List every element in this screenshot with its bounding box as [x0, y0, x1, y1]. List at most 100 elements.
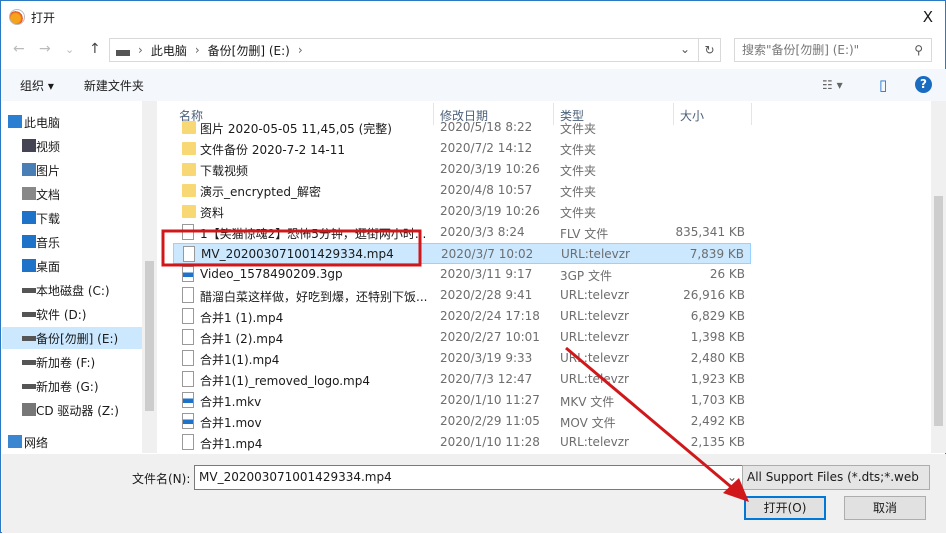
file-type: URL:televzr [560, 288, 629, 302]
new-folder-button[interactable]: 新建文件夹 [84, 77, 144, 94]
file-row[interactable]: 演示_encrypted_解密 2020/4/8 10:57 文件夹 [173, 180, 751, 201]
dialog-title: 打开 [31, 10, 56, 25]
network-icon [8, 435, 22, 448]
file-icon [182, 224, 194, 240]
file-size: 2,480 KB [690, 351, 745, 365]
filename-input[interactable]: MV_202003071001429334.mp4 ⌄ [194, 465, 744, 490]
file-size: 2,492 KB [690, 414, 745, 428]
file-type-select[interactable]: All Support Files (*.dts;*.web [742, 465, 930, 490]
help-button[interactable]: ? [915, 76, 932, 93]
breadcrumb-drive-e[interactable]: 备份[勿删] (E:) [208, 42, 290, 59]
drive-icon [22, 288, 36, 293]
sidebar-item[interactable]: 此电脑 [2, 111, 142, 133]
file-row[interactable]: 合并1.mp4 2020/1/10 11:28 URL:televzr 2,135 K… [173, 432, 751, 453]
file-size: 1,703 KB [690, 393, 745, 407]
close-button[interactable]: X [923, 8, 933, 26]
breadcrumb-this-pc[interactable]: 此电脑 [151, 42, 187, 59]
file-type: URL:televzr [560, 372, 629, 386]
file-row[interactable]: 合并1(1).mp4 2020/3/19 9:33 URL:televzr 2,480… [173, 348, 751, 369]
file-date: 2020/3/19 10:26 [440, 204, 540, 218]
app-icon [9, 9, 25, 25]
up-button[interactable]: ↑ [89, 41, 101, 57]
file-date: 2020/5/18 8:22 [440, 120, 533, 134]
video-icon [182, 266, 194, 282]
sidebar-scrollbar[interactable] [142, 101, 157, 453]
file-type: URL:televzr [560, 435, 629, 449]
sidebar-item[interactable]: 新加卷 (F:) [2, 351, 142, 373]
file-row[interactable]: 资料 2020/3/19 10:26 文件夹 [173, 201, 751, 222]
sidebar-item[interactable]: 文档 [2, 183, 142, 205]
sidebar-item[interactable]: 桌面 [2, 255, 142, 277]
sidebar-item[interactable]: 视频 [2, 135, 142, 157]
file-row[interactable]: MV_20200307100142933​4.mp4 2020/3/7 10:02… [173, 243, 751, 264]
file-type: MKV 文件 [560, 395, 615, 409]
address-bar[interactable]: › 此电脑 › 备份[勿删] (E:) › ⌄ [109, 38, 699, 62]
file-list-scrollbar[interactable] [931, 101, 946, 453]
folder-icon [182, 205, 196, 218]
file-size: 6,829 KB [690, 309, 745, 323]
file-row[interactable]: 1【笑猫惊魂2】恐怖5分钟，逛街两小时... 2020/3/3 8:24 FLV 文… [173, 222, 751, 243]
music-icon [22, 235, 36, 248]
file-date: 2020/3/19 10:26 [440, 162, 540, 176]
cancel-button[interactable]: 取消 [844, 496, 926, 520]
file-date: 2020/7/2 14:12 [440, 141, 533, 155]
forward-button[interactable]: → [39, 41, 51, 57]
sidebar-item[interactable]: 下载 [2, 207, 142, 229]
preview-pane-button[interactable]: ▯ [879, 76, 887, 94]
chevron-down-icon[interactable]: ⌄ [727, 466, 737, 489]
file-list-scrollbar-thumb[interactable] [934, 196, 943, 426]
organize-menu[interactable]: 组织 ▾ [20, 77, 54, 94]
desktop-icon [22, 259, 36, 272]
file-row[interactable]: 合并1(1)_removed_logo.mp4 2020/7/3 12:47 URL… [173, 369, 751, 390]
sidebar-item[interactable]: 网络 [2, 431, 142, 453]
view-options-button[interactable]: ☷ ▾ [822, 78, 843, 92]
search-input[interactable]: 搜索"备份[勿删] (E:)" ⚲ [734, 38, 932, 62]
file-name: 演示_encrypted_解密 [200, 185, 321, 199]
filename-value: MV_202003071001429334.mp4 [199, 470, 392, 484]
file-icon [182, 287, 194, 303]
folder-icon [182, 163, 196, 176]
sidebar-item[interactable]: 本地磁盘 (C:) [2, 279, 142, 301]
sidebar-item[interactable]: 图片 [2, 159, 142, 181]
file-row[interactable]: 醋溜白菜这样做，好吃到爆，还特别下饭... 2020/2/28 9:41 URL:t… [173, 285, 751, 306]
file-row[interactable]: 图片 2020-05-05 11,45,05 (完整) 2020/5/18 8:2… [173, 117, 751, 138]
file-name: 下载视频 [200, 164, 249, 178]
open-file-dialog: 打开 X ← → ⌄ ↑ › 此电脑 › 备份[勿删] (E:) › ⌄ ↻ 搜… [0, 0, 946, 533]
drive-icon [22, 336, 36, 341]
file-date: 2020/7/3 12:47 [440, 372, 533, 386]
file-size: 1,923 KB [690, 372, 745, 386]
file-date: 2020/3/3 8:24 [440, 225, 525, 239]
refresh-button[interactable]: ↻ [699, 38, 721, 62]
sidebar-item[interactable]: 音乐 [2, 231, 142, 253]
file-row[interactable]: 合并1 (1).mp4 2020/2/24 17:18 URL:televzr 6,8… [173, 306, 751, 327]
file-row[interactable]: 下载视频 2020/3/19 10:26 文件夹 [173, 159, 751, 180]
file-row[interactable]: 合并1 (2).mp4 2020/2/27 10:01 URL:televzr 1,3… [173, 327, 751, 348]
address-dropdown-button[interactable]: ⌄ [680, 42, 690, 56]
file-type: URL:televzr [560, 351, 629, 365]
file-row[interactable]: 合并1.mov 2020/2/29 11:05 MOV 文件 2,492 KB [173, 411, 751, 432]
recent-locations-button[interactable]: ⌄ [65, 43, 74, 56]
title-bar: 打开 X [1, 1, 946, 33]
sidebar-item[interactable]: CD 驱动器 (Z:) [2, 399, 142, 421]
open-button[interactable]: 打开(O) [744, 496, 826, 520]
sidebar-item-label: 文档 [36, 187, 61, 202]
back-button[interactable]: ← [13, 41, 25, 57]
file-row[interactable]: 文件备份 2020-7-2 14-11 2020/7/2 14:12 文件夹 [173, 138, 751, 159]
drive-icon [22, 360, 36, 365]
file-row[interactable]: 合并1.mkv 2020/1/10 11:27 MKV 文件 1,703 KB [173, 390, 751, 411]
sidebar-item-label: 此电脑 [24, 115, 61, 130]
sidebar-item-label: 备份[勿删] (E:) [36, 331, 119, 346]
sidebar-item-label: 图片 [36, 163, 61, 178]
file-type: URL:televzr [561, 247, 630, 261]
cd-icon [22, 403, 36, 416]
file-icon [182, 308, 194, 324]
sidebar-item[interactable]: 新加卷 (G:) [2, 375, 142, 397]
sidebar-item[interactable]: 备份[勿删] (E:) [2, 327, 142, 349]
file-date: 2020/1/10 11:27 [440, 393, 540, 407]
file-date: 2020/2/28 9:41 [440, 288, 533, 302]
sort-ascending-icon: ^ [298, 101, 307, 108]
sidebar-scrollbar-thumb[interactable] [145, 261, 154, 411]
file-name: 合并1 (1).mp4 [200, 311, 284, 325]
file-row[interactable]: Video_1578490209.3gp 2020/3/11 9:17 3GP 文件… [173, 264, 751, 285]
sidebar-item[interactable]: 软件 (D:) [2, 303, 142, 325]
